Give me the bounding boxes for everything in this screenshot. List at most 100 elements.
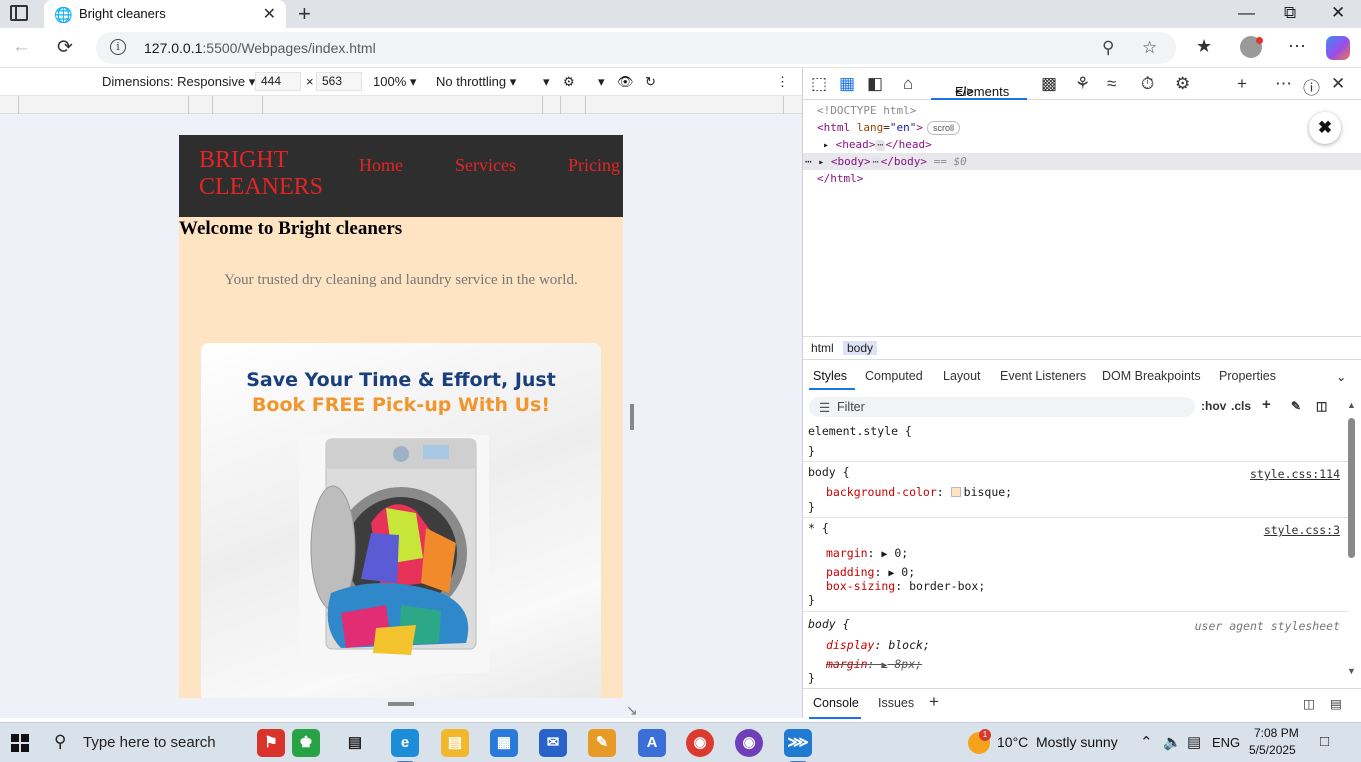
style-declaration[interactable]: background-color: bisque; [826, 485, 1012, 499]
media-query-ruler[interactable] [0, 96, 802, 114]
ruler-segment[interactable] [18, 96, 188, 114]
node-actions-icon[interactable]: ⋯ [805, 155, 812, 168]
ruler-segment[interactable] [560, 96, 585, 114]
zoom-dropdown[interactable]: 100% ▾ [373, 74, 416, 90]
back-arrow-icon[interactable]: ← [12, 36, 31, 58]
dock-icon[interactable]: ◧ [867, 74, 883, 94]
style-declaration[interactable]: padding: ▶ 0; [826, 565, 915, 579]
minimize-icon[interactable]: — [1238, 3, 1255, 23]
dom-html-node[interactable]: <html lang="en"> scroll [803, 119, 1361, 136]
expand-triangle-icon[interactable]: ▸ [823, 140, 829, 151]
taskbar-search-box[interactable]: ⚲ Type here to search [44, 723, 256, 762]
weather-description[interactable]: Mostly sunny [1036, 734, 1118, 750]
microsoft-store-icon[interactable]: ▦ [490, 729, 518, 757]
rule-selector[interactable]: element.style { [808, 424, 912, 438]
tab-layout[interactable]: Layout [943, 369, 981, 383]
help-icon[interactable]: ⓘ [1303, 74, 1320, 99]
dom-body-node[interactable]: ⋯ ▸ <body> ⋯ </body> == $0 [803, 153, 1361, 170]
rule-source-link[interactable]: style.css:114 [1250, 467, 1340, 481]
tab-event-listeners[interactable]: Event Listeners [1000, 369, 1086, 383]
dock-drawer-icon[interactable]: ◫ [1303, 696, 1315, 711]
scroll-up-icon[interactable]: ▲ [1347, 400, 1356, 410]
scroll-badge[interactable]: scroll [927, 121, 961, 135]
height-input[interactable]: 563 [316, 72, 362, 91]
collapsed-dots-icon[interactable]: ⋯ [870, 157, 881, 168]
clock-date[interactable]: 5/5/2025 [1249, 743, 1296, 757]
favorite-star-icon[interactable]: ☆ [1142, 38, 1157, 58]
tab-issues[interactable]: Issues [878, 696, 914, 710]
new-rule-plus-icon[interactable]: + [1262, 396, 1271, 413]
github-desktop-icon[interactable]: ◉ [735, 729, 763, 757]
paint-brush-icon[interactable]: ✎ [1291, 399, 1301, 413]
style-declaration[interactable]: box-sizing: border-box; [826, 579, 985, 593]
device-emulation-icon[interactable]: ▦ [839, 74, 855, 94]
task-view-icon[interactable]: ▤ [341, 729, 369, 757]
tab-dom-breakpoints[interactable]: DOM Breakpoints [1102, 369, 1201, 383]
console-icon[interactable]: ▩ [1041, 74, 1057, 94]
breadcrumb-body[interactable]: body [843, 341, 878, 355]
tab-styles[interactable]: Styles [813, 369, 847, 383]
performance-icon[interactable]: ⏱ [1141, 74, 1154, 94]
vision-icon[interactable]: 👁 [617, 74, 634, 90]
expand-triangle-icon[interactable]: ▸ [818, 157, 824, 168]
tab-elements[interactable]: </> Elements [931, 68, 1027, 100]
scrollbar-thumb[interactable] [1348, 418, 1355, 558]
sensors-icon[interactable]: ⚙ [563, 74, 575, 90]
refresh-icon[interactable]: ⟳ [57, 36, 73, 59]
style-declaration[interactable]: display: block; [826, 638, 930, 652]
dom-doctype[interactable]: <!DOCTYPE html> [803, 102, 1361, 119]
game-app-icon[interactable]: ⚑ [257, 729, 285, 757]
dimensions-dropdown[interactable]: Dimensions: Responsive ▾ [102, 74, 255, 90]
vscode-icon[interactable]: ⋙ [784, 729, 812, 762]
language-indicator[interactable]: ENG [1212, 735, 1240, 750]
breadcrumb-html[interactable]: html [807, 341, 838, 355]
tab-actions-icon[interactable] [10, 5, 28, 21]
site-logo-text[interactable]: BRIGHT CLEANERS [199, 147, 339, 201]
favorites-icon[interactable]: ★ [1196, 36, 1212, 57]
more-tools-plus-icon[interactable]: + [1237, 74, 1247, 94]
nav-link-home[interactable]: Home [359, 155, 403, 176]
network-icon[interactable]: ▤ [1187, 733, 1201, 751]
launcher-app-icon[interactable]: A [638, 729, 666, 757]
throttling-dropdown[interactable]: No throttling ▾ [436, 74, 516, 90]
more-menu-icon[interactable]: ⋯ [1288, 36, 1306, 57]
speaker-icon[interactable]: 🔈 [1163, 733, 1182, 751]
device-more-icon[interactable]: ⋮ [776, 74, 789, 90]
mail-icon[interactable]: ✉ [539, 729, 567, 757]
memory-chip-icon[interactable]: ⚙ [1175, 74, 1190, 94]
character-app-icon[interactable]: ♚ [292, 729, 320, 757]
browser-tab[interactable]: 🌐 Bright cleaners ✕ [44, 0, 286, 28]
clock-time[interactable]: 7:08 PM [1254, 726, 1299, 740]
drawer-layout-icon[interactable]: ▤ [1330, 696, 1342, 711]
styles-scrollbar[interactable]: ▲ ▼ [1346, 400, 1356, 678]
file-explorer-icon[interactable]: ▤ [441, 729, 469, 757]
viewport-width-resize-handle[interactable] [630, 404, 634, 430]
tab-console[interactable]: Console [813, 696, 859, 710]
dom-html-close[interactable]: </html> [803, 170, 1361, 187]
inspect-element-icon[interactable]: ⬚ [811, 74, 827, 94]
panel-chevron-down-icon[interactable]: ⌄ [1336, 369, 1346, 384]
nav-link-pricing[interactable]: Pricing [568, 155, 620, 176]
weather-temperature[interactable]: 10°C [997, 734, 1028, 750]
sidebar-toggle-icon[interactable]: ◫ [1316, 399, 1327, 413]
scroll-down-icon[interactable]: ▼ [1347, 666, 1356, 676]
chrome-icon[interactable]: ◉ [686, 729, 714, 757]
tab-properties[interactable]: Properties [1219, 369, 1276, 383]
zoom-icon[interactable]: ⚲ [1102, 38, 1114, 58]
ruler-segment[interactable] [262, 96, 542, 114]
ruler-segment[interactable] [188, 96, 212, 114]
dom-head-node[interactable]: ▸ <head> ⋯ </head> [803, 136, 1361, 153]
width-input[interactable]: 444 [255, 72, 301, 91]
tab-computed[interactable]: Computed [865, 369, 923, 383]
save-data-dropdown[interactable]: ▾ [543, 74, 550, 90]
restore-icon[interactable]: ⧉ [1284, 3, 1296, 23]
welcome-home-icon[interactable]: ⌂ [903, 74, 913, 94]
devtools-more-icon[interactable]: ⋯ [1275, 74, 1292, 94]
hov-toggle[interactable]: :hov [1201, 399, 1226, 413]
viewport-corner-resize-handle[interactable]: ↘ [626, 702, 638, 719]
notification-center-icon[interactable]: □ [1320, 733, 1329, 750]
network-wifi-icon[interactable]: ≈ [1107, 74, 1116, 94]
ruler-segment[interactable] [542, 96, 560, 114]
rotate-icon[interactable]: ↻ [645, 74, 656, 90]
show-hidden-icons-chevron-icon[interactable]: ⌃ [1140, 733, 1153, 751]
